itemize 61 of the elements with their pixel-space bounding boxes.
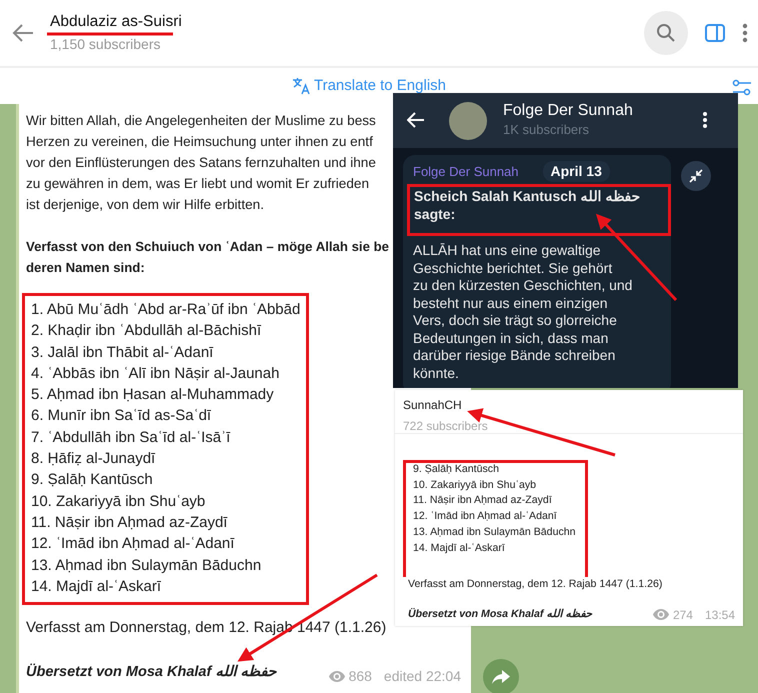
name-list-item: 11. Nāṣir ibn Aḥmad az-Zaydī (413, 493, 552, 508)
subscriber-count: 722 subscribers (403, 418, 489, 435)
channel-title: SunnahCH (403, 397, 463, 414)
channel-title: Abdulaziz as-Suisri (50, 13, 182, 30)
date-label: April 13 (542, 161, 610, 182)
translator-signature: Übersetzt von Mosa Khalaf حفظه الله (408, 606, 592, 622)
name-list-item: 9. Ṣalāḥ Kantūsch (413, 462, 499, 477)
channel-avatar (449, 102, 487, 140)
sidebar-toggle-button[interactable] (704, 21, 726, 45)
view-count: 868 (348, 667, 372, 686)
collapse-button[interactable] (681, 161, 711, 191)
name-list-item: 14. Majdī al-ʿAskarī (413, 540, 505, 556)
forward-arrow-icon (492, 670, 510, 684)
back-arrow-icon (407, 112, 425, 128)
more-icon (702, 111, 708, 130)
name-list-item: 3. Jalāl ibn Thābit al-ʿAdanī (31, 342, 214, 363)
message-time: 13:54 (704, 606, 735, 624)
channel-title: Folge Der Sunnah (503, 101, 634, 120)
name-list-item: 9. Ṣalāḥ Kantūsch (31, 470, 154, 490)
filter-icon (732, 78, 752, 97)
collapse-icon (689, 169, 703, 183)
back-arrow-icon (12, 24, 34, 42)
name-list-item: 10. Zakariyyā ibn Shuʿayb (413, 478, 536, 493)
name-list-item: 2. Khaḍir ibn ʿAbdullāh al-Bāchishī (31, 321, 262, 342)
name-list-item: 12. ʿImād ibn Aḥmad al-ʿAdanī (31, 534, 236, 554)
search-icon (656, 23, 676, 43)
sender-name: Folge Der Sunnah (413, 162, 519, 181)
subscriber-count: 1,150 subscribers (50, 35, 161, 53)
name-list-item: 1. Abū Muʿādh ʿAbd ar-Raʾūf ibn ʿAbbād (31, 300, 302, 320)
name-list-item: 6. Munīr ibn Saʿīd as-Saʿdī (31, 406, 212, 426)
message-heading: Verfasst von den Schuiuch von ʿAdan – möge Allah sie be deren Namen sind: (26, 238, 389, 277)
translate-link[interactable]: Translate to English (292, 74, 446, 98)
name-list-item: 12. ʿImād ibn Aḥmad al-ʿAdanī (413, 509, 557, 524)
name-list-item: 13. Aḥmad ibn Sulaymān Bāduchn (413, 524, 576, 540)
name-list-item: 14. Majdī al-ʿAskarī (31, 576, 162, 597)
message-text-line: Geschichte berichtet. Sie gehört (413, 260, 612, 277)
message-text-line: könnte. (413, 364, 459, 382)
message-text-line: besteht nur aus einem einzigen (413, 294, 608, 312)
translator-signature: Übersetzt von Mosa Khalaf حفظه الله (26, 662, 276, 682)
more-icon (742, 22, 748, 43)
message-text-line: ALLĀH hat uns eine gewaltige (413, 242, 601, 260)
name-list-item: 10. Zakariyyā ibn Shuʿayb (31, 492, 206, 512)
sidebar-icon (704, 22, 726, 43)
search-button[interactable] (644, 11, 688, 55)
message-text-line: zu den kürzesten Geschichten, und (413, 277, 632, 294)
subscriber-count: 1K subscribers (503, 121, 590, 140)
view-count: 274 (672, 606, 693, 624)
name-list-item: 7. ʿAbdullāh ibn Saʿīd al-ʿIsāʾī (31, 428, 232, 448)
name-list-item: 4. ʿAbbās ibn ʿAlī ibn Nāṣir al-Jaunah (31, 364, 280, 384)
message-text-line: Vers, doch sie trägt so glorreiche (413, 312, 617, 330)
eye-icon (328, 671, 345, 682)
message-paragraph: Wir bitten Allah, die Angelegenheiten der Muslime zu bess Herzen zu vereinen, die Heimsuchung unter ihnen zu entf vor den Einflüsterungen des Satans fernzuhalten und ihne zu gewähren in dem, was Er liebt und womit Er zufrieden ist derjenige, von dem wir Hilfe erbitten. (26, 112, 376, 214)
edited-time: edited 22:04 (384, 667, 461, 686)
name-list-item: 13. Aḥmad ibn Sulaymān Bāduchn (31, 556, 262, 576)
name-list-item: 8. Ḥāfiẓ al-Junaydī (31, 449, 156, 470)
name-list-item: 11. Nāṣir ibn Aḥmad az-Zaydī (31, 512, 228, 533)
eye-icon (652, 609, 669, 620)
message-text-line: darüber riesige Bände schreiben (413, 347, 616, 364)
message-text-line: Bedeutungen in sich, dass man (413, 330, 608, 347)
name-list-item: 5. Aḥmad ibn Ḥasan al-Muhammady (31, 385, 275, 406)
translate-icon (292, 77, 310, 95)
